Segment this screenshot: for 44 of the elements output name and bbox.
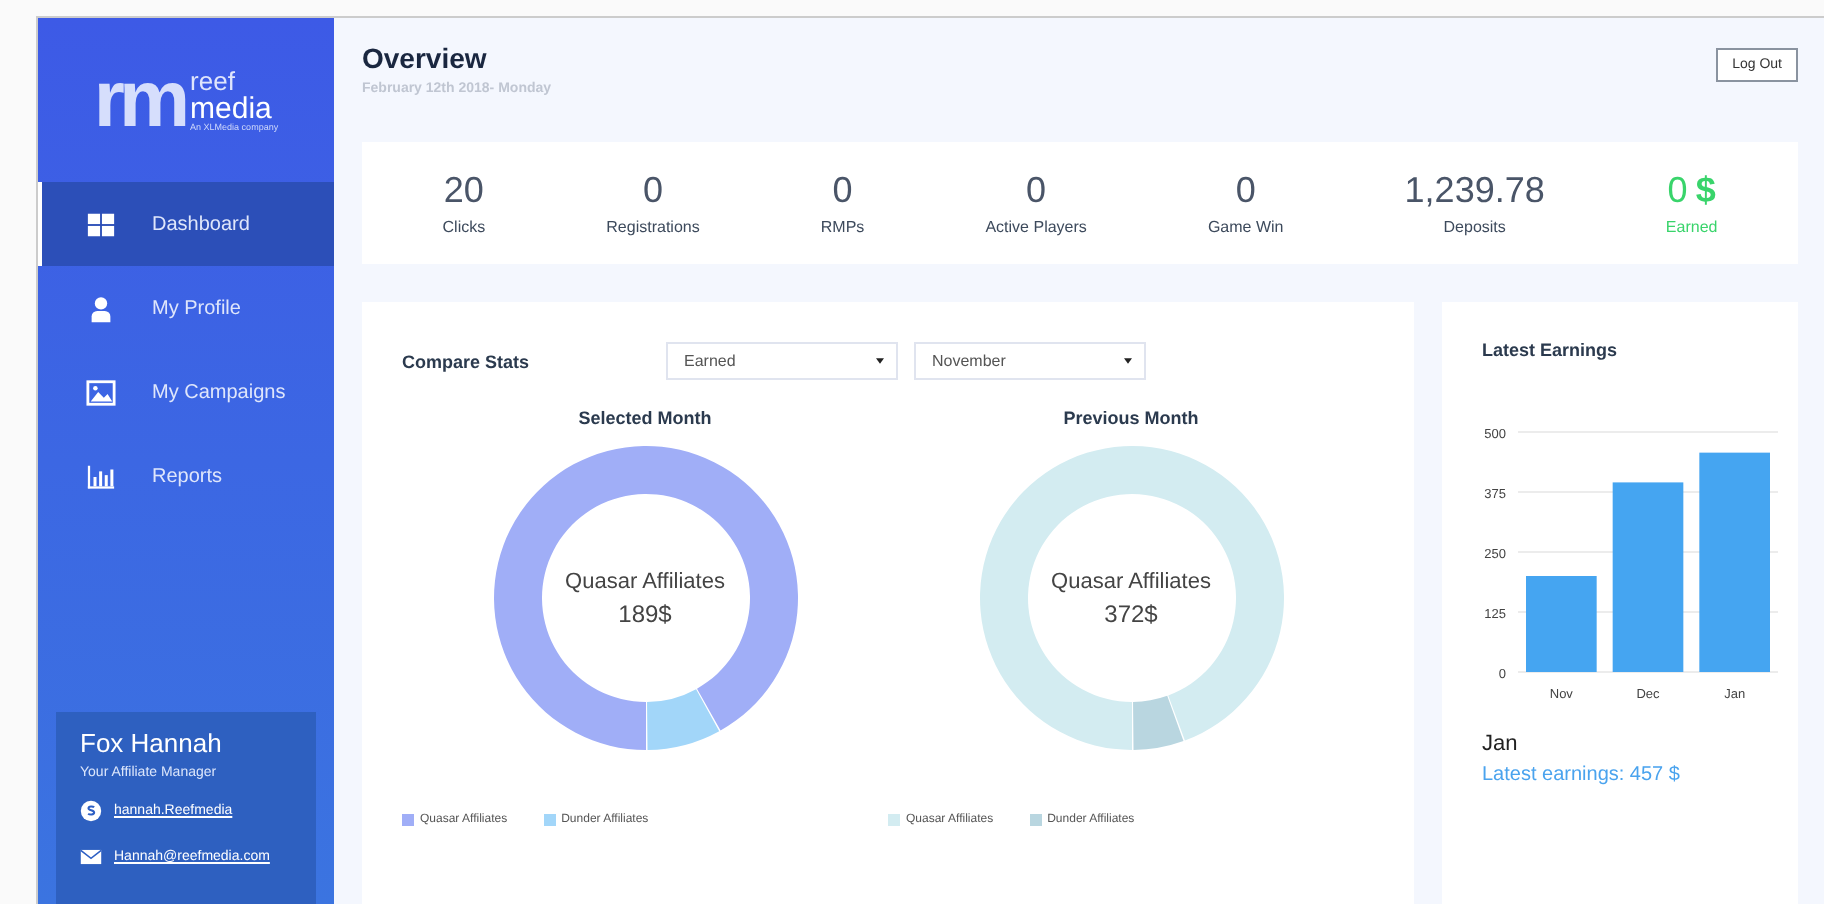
- stat-label: Active Players: [985, 218, 1087, 236]
- logo-mark: rm: [93, 60, 185, 140]
- bar-chart-icon: [86, 461, 116, 491]
- stat-value: 0: [642, 170, 663, 212]
- stat-value: 0: [1235, 170, 1256, 212]
- earnings-summary: Latest earnings: 457 $: [1482, 764, 1682, 786]
- logo-text: media: [190, 93, 272, 124]
- grid-icon: [86, 209, 116, 239]
- donut-label: Quasar Affiliates: [1051, 569, 1211, 593]
- mail-icon: [80, 846, 102, 868]
- donut-value: 189$: [618, 599, 672, 627]
- dropdown[interactable]: Earned: [666, 342, 898, 380]
- skype-icon: [80, 800, 102, 822]
- chart-title: Previous Month: [1063, 408, 1199, 428]
- person-icon: [86, 293, 116, 323]
- caret-icon: [876, 358, 884, 364]
- stat-label: RMPs: [820, 218, 865, 236]
- stat-value: 0: [1026, 170, 1047, 212]
- card-title: Compare Stats: [402, 351, 532, 371]
- bar: [1526, 576, 1597, 672]
- dropdown[interactable]: November: [914, 342, 1146, 380]
- page-title: Overview: [362, 42, 489, 74]
- earnings-month: Jan: [1482, 732, 1520, 756]
- stat-label: Clicks: [442, 218, 486, 236]
- stat-value: 0 $: [1667, 170, 1716, 212]
- nav-item[interactable]: My Profile: [38, 266, 334, 350]
- image-icon: [86, 377, 116, 407]
- stat-label: Deposits: [1443, 218, 1506, 236]
- stat-value: 20: [443, 170, 484, 212]
- manager-name: Fox Hannah: [80, 728, 224, 758]
- stat-label: Game Win: [1207, 218, 1284, 236]
- logo-text: reef: [190, 67, 237, 94]
- stat-label: Earned: [1665, 218, 1718, 236]
- chart-title: Selected Month: [578, 408, 712, 428]
- card-title: Latest Earnings: [1482, 340, 1620, 360]
- donut-value: 372$: [1104, 599, 1158, 627]
- nav-item[interactable]: Dashboard: [38, 182, 334, 266]
- nav-item[interactable]: Reports: [38, 434, 334, 518]
- stat-value: 1,239.78: [1404, 170, 1545, 212]
- caret-icon: [1124, 358, 1132, 364]
- stat-value: 0: [832, 170, 853, 212]
- stat-label: Registrations: [606, 218, 700, 236]
- donut-label: Quasar Affiliates: [565, 569, 725, 593]
- nav-item[interactable]: My Campaigns: [38, 350, 334, 434]
